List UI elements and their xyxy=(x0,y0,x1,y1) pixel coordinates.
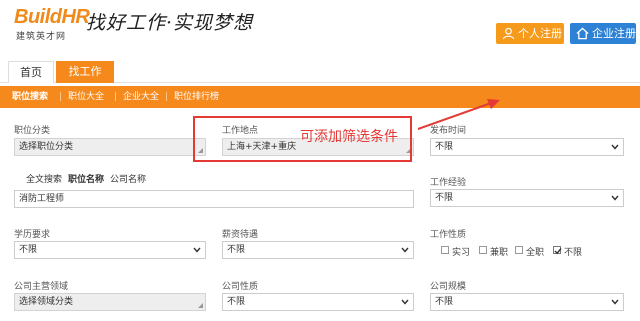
checkbox-box[interactable] xyxy=(553,246,562,255)
logo[interactable]: BuildHR 建筑英才网 xyxy=(14,6,90,42)
resize-corner-icon xyxy=(198,303,203,308)
personal-register-button[interactable]: 个人注册 xyxy=(496,23,564,44)
company-register-button[interactable]: 企业注册 xyxy=(570,23,636,44)
logo-subtitle: 建筑英才网 xyxy=(16,32,67,42)
chevron-down-icon xyxy=(611,299,619,305)
publish-time-label: 发布时间 xyxy=(430,126,467,136)
subnav-job-directory[interactable]: 职位大全 xyxy=(68,86,104,108)
experience-value: 不限 xyxy=(435,193,454,203)
subnav-divider: | xyxy=(59,92,63,102)
tab-fulltext-search[interactable]: 全文搜索 xyxy=(26,172,62,185)
tab-find-job[interactable]: 找工作 xyxy=(56,61,114,83)
chevron-down-icon xyxy=(611,144,619,150)
subnav-job-search[interactable]: 职位搜索 xyxy=(12,86,48,108)
job-category-value: 选择职位分类 xyxy=(19,142,74,152)
education-select[interactable]: 不限 xyxy=(14,241,206,259)
company-nature-label: 公司性质 xyxy=(222,282,259,292)
checkbox-part-time[interactable]: 兼职 xyxy=(479,245,508,258)
checkbox-label: 不限 xyxy=(564,248,583,258)
header: BuildHR 建筑英才网 找好工作·实现梦想 个人注册 企业注册 xyxy=(0,0,640,50)
home-icon xyxy=(576,27,589,40)
checkbox-label: 兼职 xyxy=(490,248,509,258)
publish-time-select[interactable]: 不限 xyxy=(430,138,624,156)
job-category-label: 职位分类 xyxy=(14,126,51,136)
subnav-divider: | xyxy=(165,92,169,102)
publish-time-value: 不限 xyxy=(435,142,454,152)
subnav-divider: | xyxy=(114,92,118,102)
logo-text: BuildHR xyxy=(14,6,90,28)
tab-job-title[interactable]: 职位名称 xyxy=(68,172,104,185)
keyword-value: 消防工程师 xyxy=(19,194,65,204)
company-nature-select[interactable]: 不限 xyxy=(222,293,414,311)
experience-select[interactable]: 不限 xyxy=(430,189,624,207)
checkmark-icon xyxy=(554,248,562,255)
job-category-select[interactable]: 选择职位分类 xyxy=(14,138,206,156)
checkbox-unlimited[interactable]: 不限 xyxy=(553,245,582,258)
company-nature-value: 不限 xyxy=(227,297,246,307)
personal-register-label: 个人注册 xyxy=(518,27,562,40)
checkbox-label: 实习 xyxy=(452,248,471,258)
tab-company-name[interactable]: 公司名称 xyxy=(110,172,146,185)
education-label: 学历要求 xyxy=(14,230,51,240)
checkbox-internship[interactable]: 实习 xyxy=(441,245,470,258)
salary-value: 不限 xyxy=(227,245,246,255)
checkbox-label: 全职 xyxy=(526,248,545,258)
subnav-company-directory[interactable]: 企业大全 xyxy=(123,86,159,108)
checkbox-box[interactable] xyxy=(441,246,449,254)
subnav-job-ranking[interactable]: 职位排行榜 xyxy=(174,86,219,108)
tab-home[interactable]: 首页 xyxy=(8,61,54,83)
annotation-text: 可添加筛选条件 xyxy=(300,129,398,145)
slogan: 找好工作·实现梦想 xyxy=(86,12,254,34)
education-value: 不限 xyxy=(19,245,38,255)
company-domain-label: 公司主营领域 xyxy=(14,282,69,292)
salary-select[interactable]: 不限 xyxy=(222,241,414,259)
main-tabs: 首页 找工作 xyxy=(0,61,640,83)
company-size-select[interactable]: 不限 xyxy=(430,293,624,311)
user-icon xyxy=(502,27,515,40)
chevron-down-icon xyxy=(611,195,619,201)
job-nature-label: 工作性质 xyxy=(430,230,467,240)
checkbox-box[interactable] xyxy=(515,246,523,254)
chevron-down-icon xyxy=(401,247,409,253)
chevron-down-icon xyxy=(401,299,409,305)
checkbox-box[interactable] xyxy=(479,246,487,254)
chevron-down-icon xyxy=(193,247,201,253)
checkbox-full-time[interactable]: 全职 xyxy=(515,245,544,258)
company-size-value: 不限 xyxy=(435,297,454,307)
company-size-label: 公司规模 xyxy=(430,282,467,292)
salary-label: 薪资待遇 xyxy=(222,230,259,240)
company-register-label: 企业注册 xyxy=(592,27,636,40)
experience-label: 工作经验 xyxy=(430,178,467,188)
sub-navigation: 职位搜索 | 职位大全 | 企业大全 | 职位排行榜 xyxy=(0,86,640,108)
company-domain-value: 选择领域分类 xyxy=(19,297,74,307)
keyword-input[interactable]: 消防工程师 xyxy=(14,190,414,208)
company-domain-select[interactable]: 选择领域分类 xyxy=(14,293,206,311)
